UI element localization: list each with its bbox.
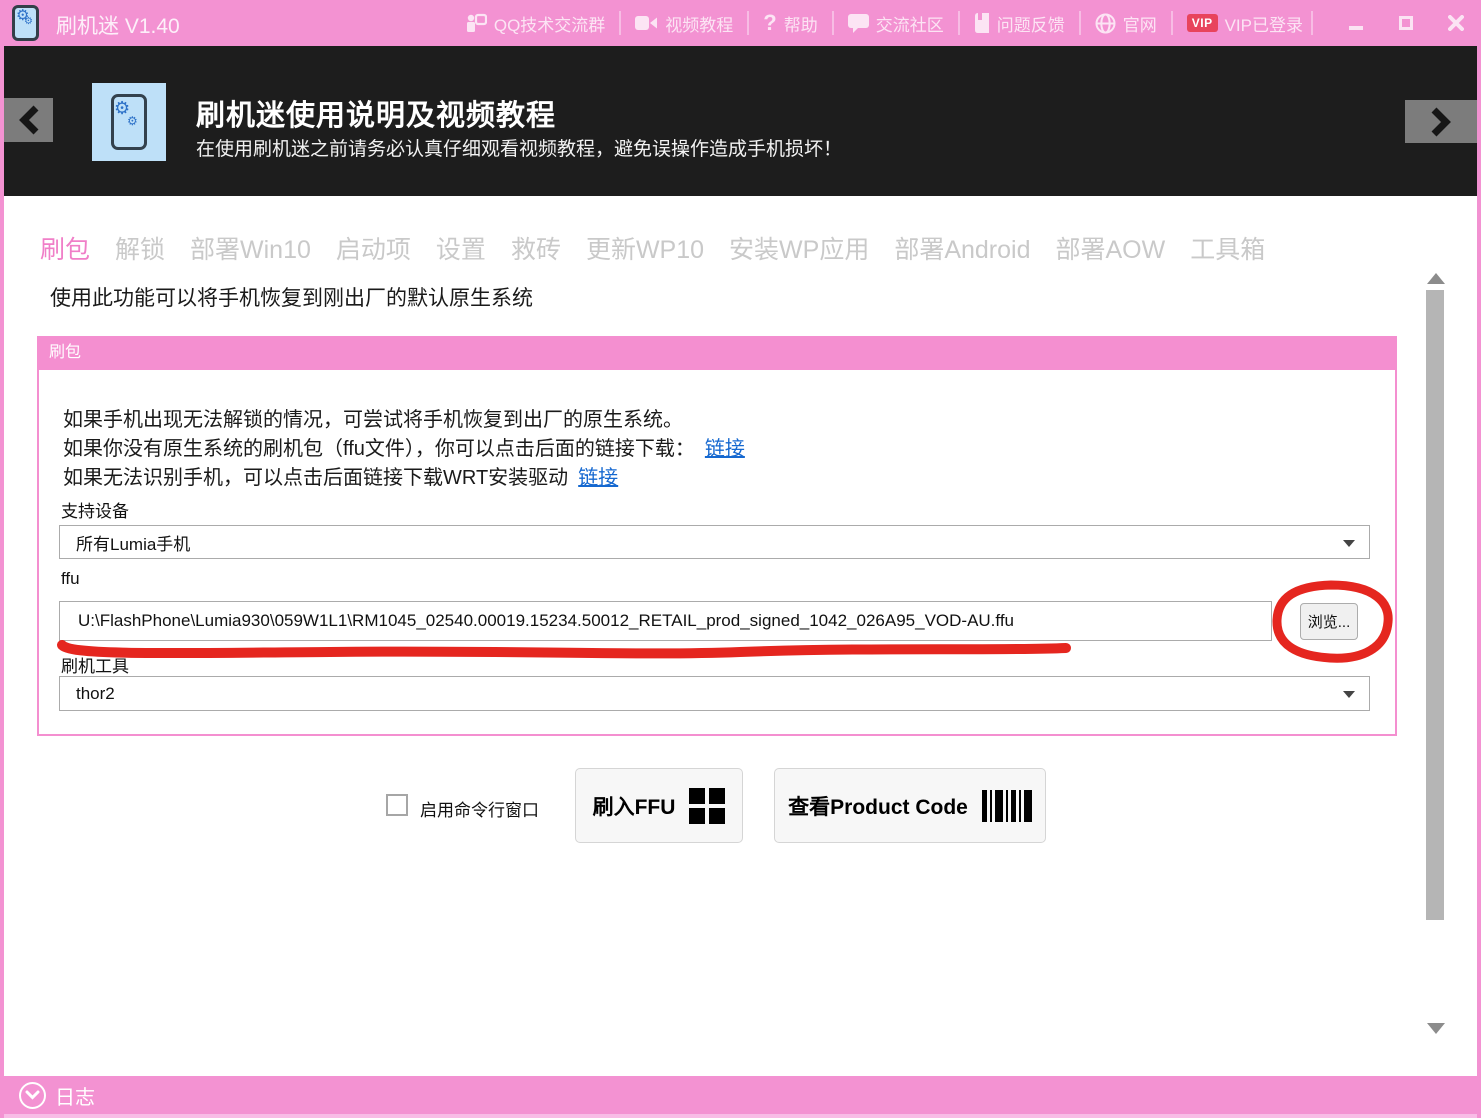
tab-deploy-android[interactable]: 部署Android [894,230,1030,266]
app-window: ⚙ ⚙ 刷机迷 V1.40 QQ技术交流群 视频教程 ? 帮助 [0,0,1481,1118]
menu-separator [619,11,621,35]
ffu-label: ffu [61,569,80,589]
menu-official-site[interactable]: 官网 [1095,11,1157,36]
maximize-icon [1399,16,1413,30]
info-line-3: 如果无法识别手机，可以点击后面链接下载WRT安装驱动链接 [63,461,618,490]
menu-video-tutorial[interactable]: 视频教程 [635,11,733,36]
chevron-left-icon [18,105,40,135]
flash-tool-select[interactable]: thor2 [59,676,1370,711]
scrollbar-thumb[interactable] [1426,290,1444,920]
feedback-icon [974,13,990,33]
menu-separator [747,11,749,35]
device-label: 支持设备 [61,497,129,522]
page-description: 使用此功能可以将手机恢复到刚出厂的默认原生系统 [50,282,533,312]
banner-phone-icon: ⚙ ⚙ [92,83,166,161]
tab-deploy-aow[interactable]: 部署AOW [1056,230,1166,266]
tab-settings[interactable]: 设置 [436,230,486,266]
header-banner: ⚙ ⚙ 刷机迷使用说明及视频教程 在使用刷机迷之前请务必认真仔细观看视频教程，避… [0,46,1481,196]
tab-unlock[interactable]: 解锁 [115,230,165,266]
minimize-icon [1349,26,1363,30]
barcode-icon [982,790,1032,822]
menu-community[interactable]: 交流社区 [848,11,944,36]
scrollbar-down-arrow[interactable] [1427,1023,1445,1034]
minimize-button[interactable] [1331,0,1381,46]
info-line-1: 如果手机出现无法解锁的情况，可尝试将手机恢复到出厂的原生系统。 [63,403,683,432]
chevron-down-icon [1343,540,1355,547]
windows-logo-icon [689,788,725,824]
menu-separator [958,11,960,35]
tab-boot-options[interactable]: 启动项 [336,230,411,266]
enable-cmd-window-label: 启用命令行窗口 [420,796,539,821]
menu-help[interactable]: ? 帮助 [763,10,817,36]
info-line-2: 如果你没有原生系统的刷机包（ffu文件），你可以点击后面的链接下载：链接 [63,432,745,461]
app-title: 刷机迷 V1.40 [56,10,180,40]
community-icon [848,14,869,33]
chevron-down-icon [1343,691,1355,698]
menu-label: 交流社区 [876,11,944,36]
window-border-left [0,46,4,1118]
titlebar: ⚙ ⚙ 刷机迷 V1.40 QQ技术交流群 视频教程 ? 帮助 [0,0,1481,46]
globe-icon [1095,13,1116,34]
chevron-down-circle-icon [19,1082,46,1109]
chevron-right-icon [1430,107,1452,137]
close-icon [1448,15,1464,31]
view-product-code-button[interactable]: 查看Product Code [774,768,1046,843]
banner-next-button[interactable] [1405,100,1477,143]
flash-tool-label: 刷机工具 [61,652,129,677]
groupbox-title: 刷包 [37,336,1397,370]
device-select[interactable]: 所有Lumia手机 [59,525,1370,559]
browse-button[interactable]: 浏览... [1300,603,1358,640]
tab-toolbox[interactable]: 工具箱 [1190,230,1265,266]
scrollbar-up-arrow[interactable] [1427,273,1445,284]
video-icon [635,15,658,31]
menu-label: 官网 [1123,11,1157,36]
tab-deploy-win10[interactable]: 部署Win10 [190,230,311,266]
menu-feedback[interactable]: 问题反馈 [974,11,1065,36]
tab-bar: 刷包 解锁 部署Win10 启动项 设置 救砖 更新WP10 安装WP应用 部署… [40,230,1265,266]
banner-subtitle: 在使用刷机迷之前请务必认真仔细观看视频教程，避免误操作造成手机损坏！ [196,134,842,161]
banner-title: 刷机迷使用说明及视频教程 [196,92,556,134]
flash-ffu-button[interactable]: 刷入FFU [575,768,743,843]
maximize-button[interactable] [1381,0,1431,46]
vip-badge-icon: VIP [1187,14,1218,32]
log-toggle-bar[interactable]: 日志 [0,1076,1481,1118]
menu-separator [832,11,834,35]
menu-label: QQ技术交流群 [494,11,605,36]
ffu-download-link[interactable]: 链接 [705,438,745,460]
menu-separator [1079,11,1081,35]
tab-flash-package[interactable]: 刷包 [40,230,90,266]
tab-unbrick[interactable]: 救砖 [511,230,561,266]
menu-label: 问题反馈 [997,11,1065,36]
help-icon: ? [763,10,776,36]
menu-qq-group[interactable]: QQ技术交流群 [465,11,605,36]
menu-separator [1311,11,1313,35]
ffu-path-input[interactable]: U:\FlashPhone\Lumia930\059W1L1\RM1045_02… [59,601,1272,641]
menu-label: VIP已登录 [1225,11,1303,36]
menu-label: 帮助 [784,11,818,36]
log-label: 日志 [55,1081,95,1110]
close-button[interactable] [1431,0,1481,46]
window-controls [1311,0,1481,46]
tab-install-wp-apps[interactable]: 安装WP应用 [729,230,869,266]
banner-prev-button[interactable] [4,98,53,142]
app-logo-icon: ⚙ ⚙ [12,5,39,41]
menu-vip-status[interactable]: VIP VIP已登录 [1187,11,1303,36]
qq-group-icon [465,13,487,33]
menu-separator [1171,11,1173,35]
menu-label: 视频教程 [665,11,733,36]
enable-cmd-window-checkbox[interactable] [386,794,408,816]
wrt-driver-link[interactable]: 链接 [578,467,618,489]
titlebar-menu: QQ技术交流群 视频教程 ? 帮助 交流社区 [465,0,1303,46]
window-border-right [1477,46,1481,1118]
tab-update-wp10[interactable]: 更新WP10 [586,230,704,266]
